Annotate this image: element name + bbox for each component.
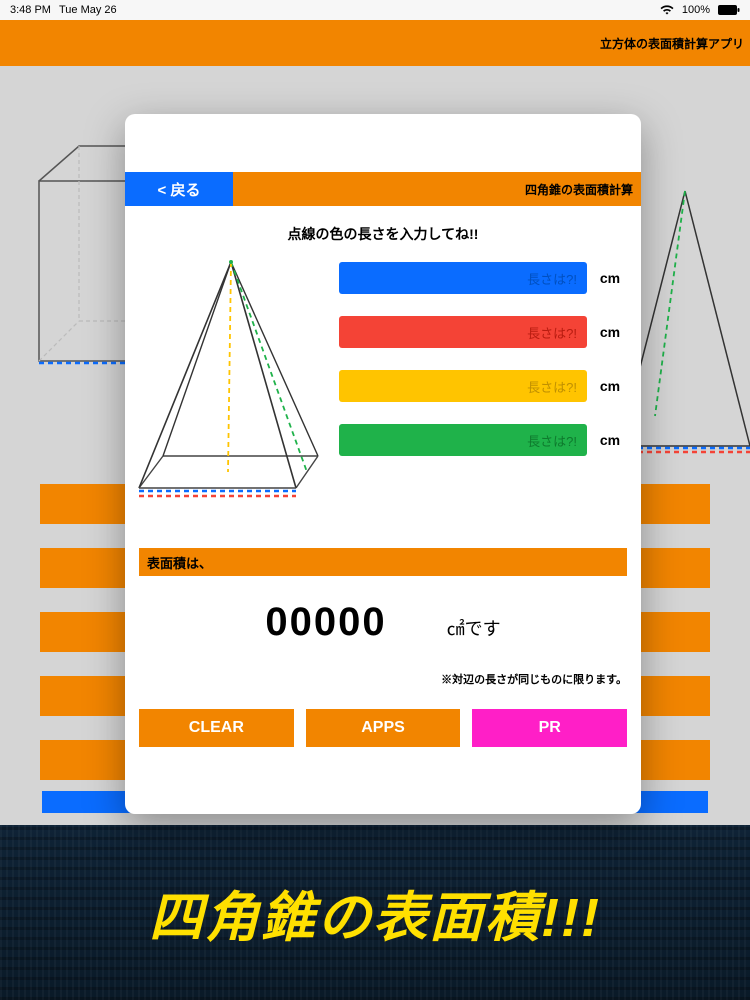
placeholder: 長さは?! [527, 431, 577, 450]
footer-banner: 四角錐の表面積!!! [0, 825, 750, 1000]
modal-header: < 戻る 四角錐の表面積計算 [125, 172, 641, 206]
footer-title: 四角錐の表面積!!! [149, 873, 601, 952]
length-input-yellow[interactable]: 長さは?! [339, 370, 587, 402]
placeholder: 長さは?! [527, 269, 577, 288]
pr-button[interactable]: PR [472, 709, 627, 747]
battery-icon [718, 5, 740, 15]
status-time: 3:48 PM [10, 4, 51, 16]
modal-title: 四角錐の表面積計算 [233, 181, 641, 198]
result-label: 表面積は、 [139, 548, 627, 576]
instruction-text: 点線の色の長さを入力してね!! [125, 224, 641, 244]
status-bar: 3:48 PM Tue May 26 100% [0, 0, 750, 20]
placeholder: 長さは?! [527, 377, 577, 396]
result-value: 00000 [265, 600, 386, 645]
unit-label: cm [587, 432, 633, 448]
bg-app-header: 立方体の表面積計算アプリ [0, 20, 750, 66]
length-input-red[interactable]: 長さは?! [339, 316, 587, 348]
calculator-modal: < 戻る 四角錐の表面積計算 点線の色の長さを入力してね!! [125, 114, 641, 814]
inputs-column: 長さは?! cm 長さは?! cm 長さは?! cm 長さは?! [333, 256, 633, 506]
wifi-icon [660, 5, 674, 15]
placeholder: 長さは?! [527, 323, 577, 342]
apps-button[interactable]: APPS [306, 709, 461, 747]
pyramid-illustration [133, 256, 333, 506]
length-input-green[interactable]: 長さは?! [339, 424, 587, 456]
unit-label: cm [587, 378, 633, 394]
back-button[interactable]: < 戻る [125, 172, 233, 206]
status-battery: 100% [682, 4, 710, 16]
clear-button[interactable]: CLEAR [139, 709, 294, 747]
footnote: ※対辺の長さが同じものに限ります。 [139, 671, 627, 687]
bg-app-title: 立方体の表面積計算アプリ [600, 35, 744, 52]
action-buttons: CLEAR APPS PR [125, 695, 641, 761]
result-unit: ㎠です [447, 615, 501, 641]
unit-label: cm [587, 324, 633, 340]
unit-label: cm [587, 270, 633, 286]
result-row: 00000 ㎠です [125, 600, 641, 645]
status-date: Tue May 26 [59, 4, 117, 16]
length-input-blue[interactable]: 長さは?! [339, 262, 587, 294]
